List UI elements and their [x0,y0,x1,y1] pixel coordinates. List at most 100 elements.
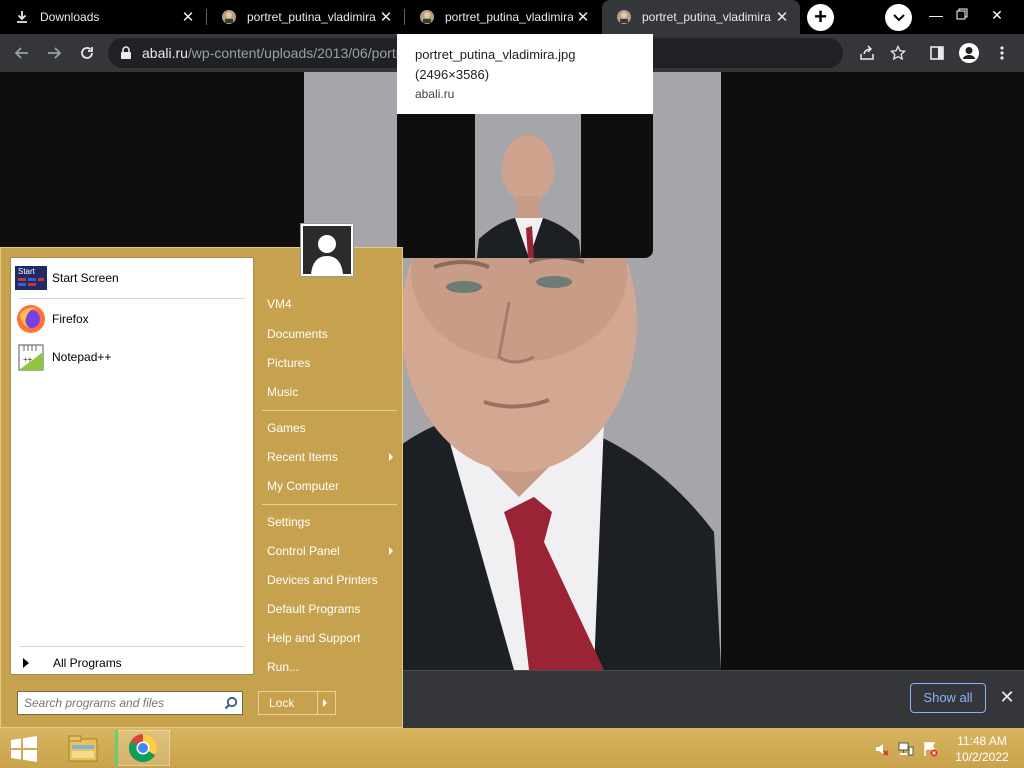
back-button[interactable] [10,41,34,65]
clock-date: 10/2/2022 [955,750,1009,764]
start-item-default-programs[interactable]: Default Programs [267,597,393,621]
show-all-button[interactable]: Show all [910,683,986,713]
start-item-help-support[interactable]: Help and Support [267,626,393,650]
taskbar-file-explorer[interactable] [56,730,110,766]
arrow-left-icon [14,47,28,59]
image-favicon [419,9,435,25]
pinned-start-screen[interactable]: Start Start Screen [15,260,119,296]
pinned-label: Start Screen [52,271,119,285]
start-item-control-panel[interactable]: Control Panel [267,539,393,563]
profile-button[interactable] [957,41,981,65]
share-button[interactable] [855,41,879,65]
system-clock[interactable]: 11:48 AM 10/2/2022 [950,733,1014,765]
all-programs-label: All Programs [53,656,122,670]
triangle-right-icon [23,658,29,668]
start-item-my-computer[interactable]: My Computer [267,474,393,498]
new-tab-button[interactable]: + [807,4,834,31]
pinned-firefox[interactable]: Firefox [15,301,89,337]
tab-image-2[interactable]: portret_putina_vladimira.jpg ✕ [405,0,601,34]
restore-icon [956,8,968,20]
tab-close-icon[interactable]: ✕ [573,8,593,26]
tab-downloads[interactable]: Downloads ✕ [0,0,206,34]
user-avatar[interactable] [300,223,354,277]
url-host: abali.ru [142,45,188,61]
item-label: Default Programs [267,602,361,616]
clock-time: 11:48 AM [957,734,1007,748]
kebab-menu-icon [1000,46,1004,60]
start-item-run[interactable]: Run... [267,655,393,679]
forward-button[interactable] [42,41,66,65]
item-label: Recent Items [267,450,338,464]
chevron-down-icon [892,13,905,21]
start-item-pictures[interactable]: Pictures [267,351,393,375]
lock-options-arrow-icon[interactable] [323,699,327,707]
tab-title: portret_putina_vladimira.jpg [642,10,772,24]
start-item-settings[interactable]: Settings [267,510,393,534]
hover-card-dimensions: (2496×3586) [415,67,490,82]
user-icon [303,226,351,274]
star-icon [890,45,906,61]
lock-label: Lock [269,696,295,710]
side-panel-button[interactable] [925,41,949,65]
pinned-notepadpp[interactable]: ++ Notepad++ [15,339,111,375]
share-icon [860,45,874,60]
tab-image-active[interactable]: portret_putina_vladimira.jpg ✕ [602,0,800,34]
pinned-label: Notepad++ [52,350,112,364]
thumbnail-image [475,114,581,258]
tab-close-icon[interactable]: ✕ [772,8,792,26]
start-search-box[interactable] [17,691,243,715]
all-programs-button[interactable]: All Programs [19,653,122,673]
item-label: Music [267,385,299,399]
hover-card-thumbnail [397,114,653,258]
pinned-label: Firefox [52,312,89,326]
lock-icon [121,46,131,59]
tab-close-icon[interactable]: ✕ [178,8,198,26]
reload-icon [81,47,93,59]
start-menu: Start Start Screen Firefox ++ Notepad++ … [0,247,403,728]
tab-hover-card: portret_putina_vladimira.jpg (2496×3586)… [397,34,653,258]
reload-button[interactable] [75,41,99,65]
submenu-arrow-icon [389,547,393,555]
network-icon[interactable] [898,741,914,757]
image-favicon [616,9,632,25]
tab-title: portret_putina_vladimira.jpg [445,10,573,24]
close-shelf-icon[interactable]: ✕ [996,685,1018,709]
hover-card-domain: abali.ru [415,87,455,101]
start-item-documents[interactable]: Documents [267,322,393,346]
close-window-button[interactable]: ✕ [985,4,1009,28]
start-item-recent-items[interactable]: Recent Items [267,445,393,469]
item-label: Pictures [267,356,311,370]
hover-card-title: portret_putina_vladimira.jpg [415,47,576,62]
item-label: Games [267,421,306,435]
tab-close-icon[interactable]: ✕ [376,8,396,26]
restore-button[interactable] [950,4,974,28]
start-item-music[interactable]: Music [267,380,393,404]
taskbar-chrome[interactable] [116,730,170,766]
programs-pane: Start Start Screen Firefox ++ Notepad++ … [10,257,254,675]
start-item-devices-printers[interactable]: Devices and Printers [267,568,393,592]
item-label: Settings [267,515,311,529]
running-indicator [115,730,118,766]
chrome-icon [129,734,157,762]
start-search-input[interactable] [18,695,216,711]
volume-muted-icon[interactable] [874,741,890,757]
tab-search-button[interactable] [885,4,912,31]
start-item-games[interactable]: Games [267,416,393,440]
tab-image-1[interactable]: portret_putina_vladimira.jpg ✕ [207,0,404,34]
start-button[interactable] [10,736,38,762]
start-item-vm4[interactable]: VM4 [267,292,393,316]
image-favicon [221,9,237,25]
bookmark-button[interactable] [886,41,910,65]
file-explorer-icon [68,735,98,762]
divider [262,504,397,505]
lock-button[interactable]: Lock [258,691,336,715]
avatar-icon [959,43,979,63]
action-center-flag-icon[interactable] [922,741,938,757]
minimize-button[interactable]: — [924,4,948,28]
side-panel-icon [930,46,944,60]
svg-text:Start: Start [18,267,36,276]
menu-button[interactable] [990,41,1014,65]
item-label: Help and Support [267,631,361,645]
divider [262,410,397,411]
tab-strip: Downloads ✕ portret_putina_vladimira.jpg… [0,0,1024,34]
